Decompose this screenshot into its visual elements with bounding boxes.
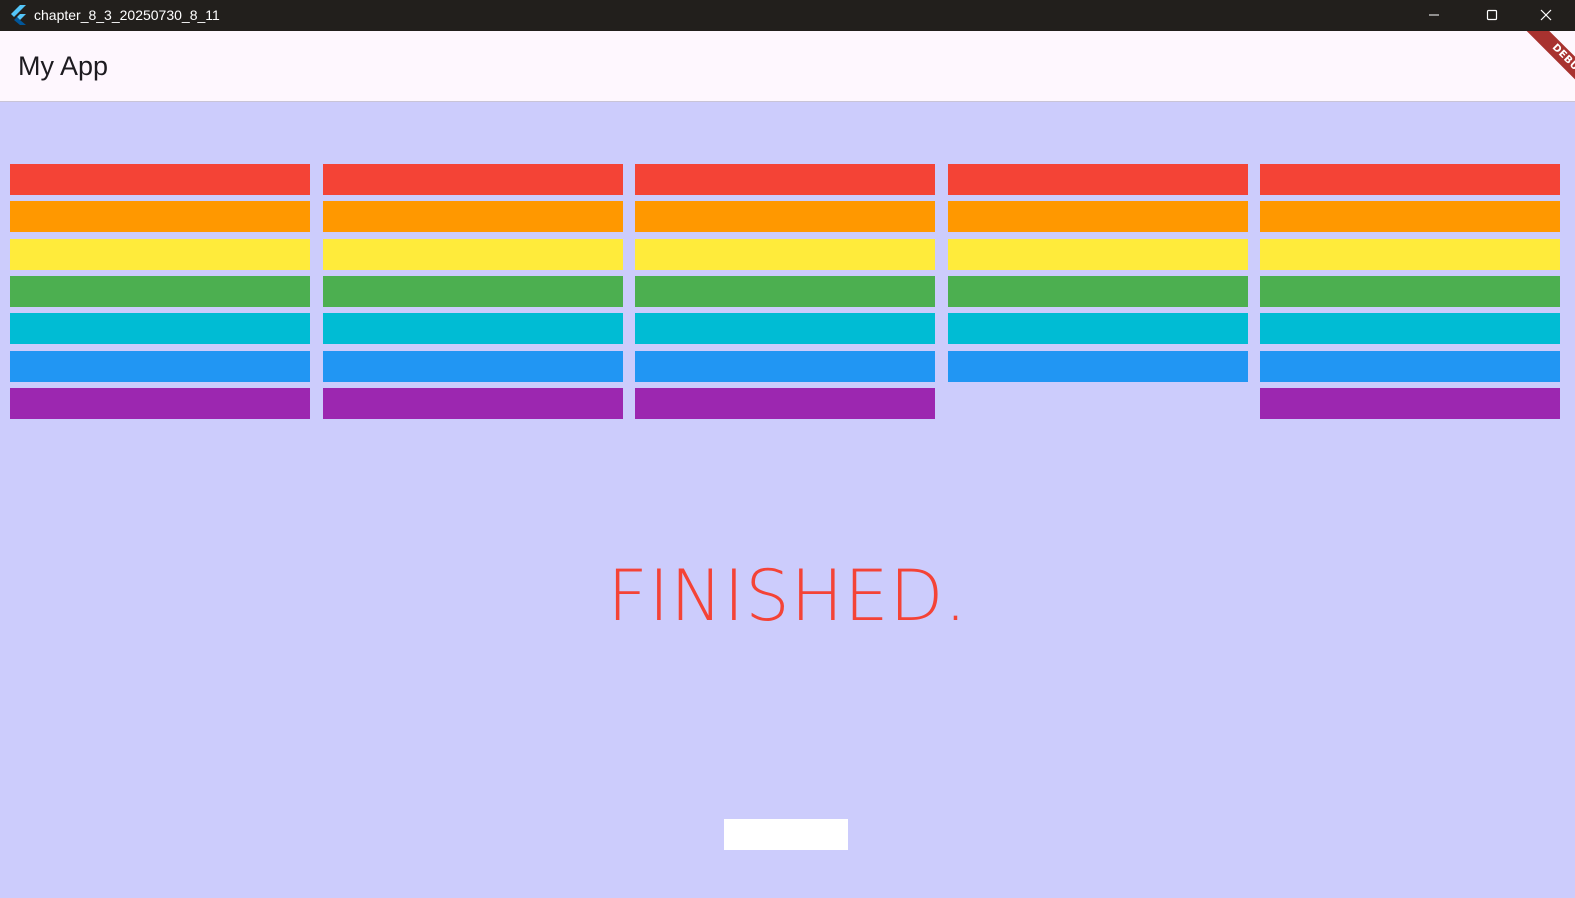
brick [1260,388,1560,419]
close-icon [1540,6,1552,25]
brick [948,351,1248,382]
maximize-icon [1486,6,1498,25]
brick [10,276,310,307]
brick [323,351,623,382]
brick [10,201,310,232]
brick [635,164,935,195]
brick [323,313,623,344]
minimize-icon [1428,6,1440,25]
app-window: chapter_8_3_20250730_8_11 My App DEBUG F… [0,0,1575,898]
app-bar: My App [0,31,1575,102]
brick [635,351,935,382]
brick [635,239,935,270]
flutter-icon [9,5,27,25]
brick [10,388,310,419]
brick [1260,313,1560,344]
brick [948,201,1248,232]
brick [323,388,623,419]
app-title: My App [18,51,109,81]
brick [948,313,1248,344]
brick [1260,351,1560,382]
maximize-button[interactable] [1463,0,1521,31]
brick [10,313,310,344]
game-status-text: FINISHED. [607,555,968,637]
window-title: chapter_8_3_20250730_8_11 [34,7,220,23]
brick [323,276,623,307]
brick [10,164,310,195]
brick [323,201,623,232]
close-button[interactable] [1517,0,1575,31]
brick [635,276,935,307]
brick [1260,239,1560,270]
title-bar: chapter_8_3_20250730_8_11 [0,0,1575,31]
paddle[interactable] [724,819,848,850]
brick [635,388,935,419]
brick [948,239,1248,270]
game-area[interactable]: FINISHED. [0,102,1575,898]
brick [635,201,935,232]
minimize-button[interactable] [1405,0,1463,31]
brick [323,239,623,270]
brick [1260,276,1560,307]
brick [1260,201,1560,232]
brick [948,164,1248,195]
brick [635,313,935,344]
brick [948,276,1248,307]
brick [1260,164,1560,195]
brick [10,351,310,382]
brick [323,164,623,195]
brick [10,239,310,270]
